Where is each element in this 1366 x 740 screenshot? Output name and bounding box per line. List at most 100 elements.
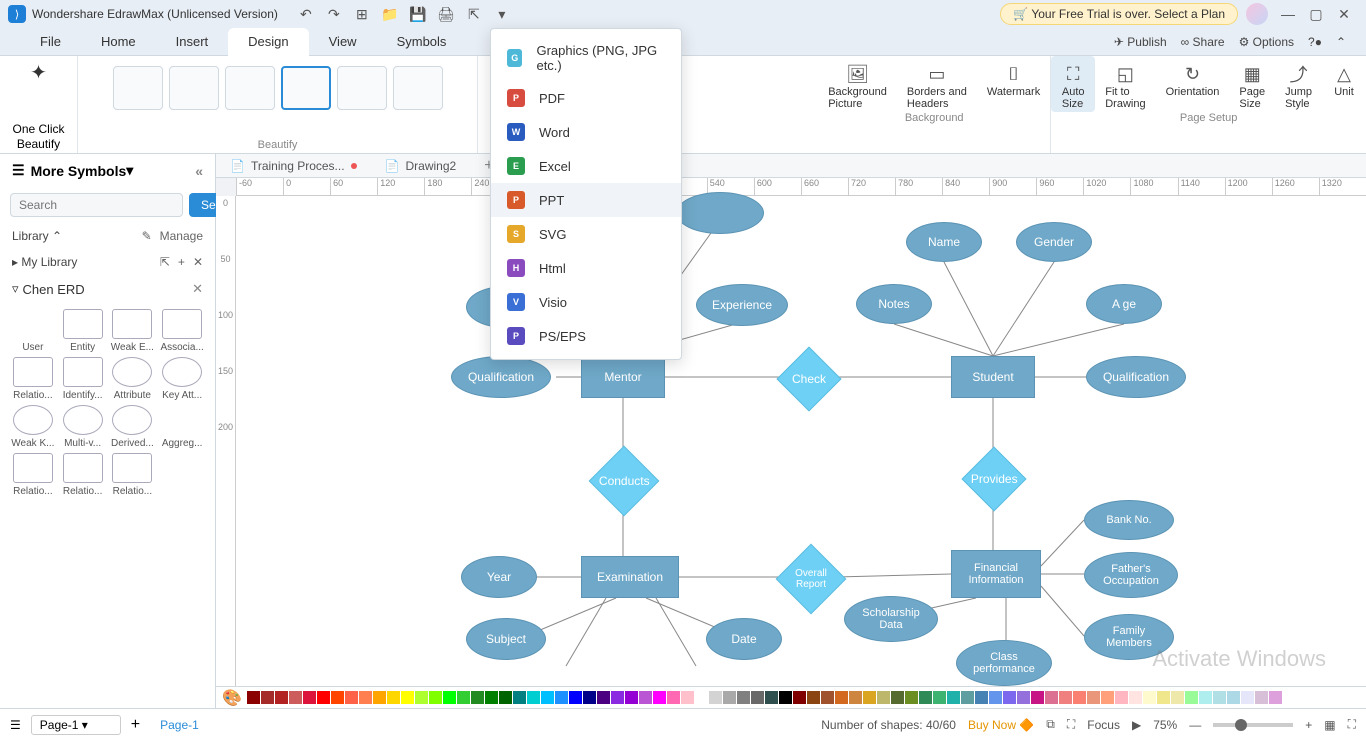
- color-swatch[interactable]: [555, 691, 568, 704]
- shape-aggreg[interactable]: Aggreg...: [159, 405, 205, 449]
- node-conducts[interactable]: Conducts: [589, 446, 660, 517]
- menu-file[interactable]: File: [20, 28, 81, 56]
- more-symbols-header[interactable]: ☰ More Symbols▾ «: [0, 154, 215, 187]
- page-selector[interactable]: Page-1 ▾: [31, 715, 121, 735]
- color-swatch[interactable]: [1129, 691, 1142, 704]
- color-swatch[interactable]: [1213, 691, 1226, 704]
- theme-thumb-2[interactable]: [169, 66, 219, 110]
- fullscreen-icon[interactable]: ⛶: [1348, 717, 1356, 732]
- jump-style[interactable]: ⤴Jump Style: [1275, 56, 1322, 112]
- shape-relatio[interactable]: Relatio...: [110, 453, 156, 497]
- theme-thumb-4[interactable]: [281, 66, 331, 110]
- menu-view[interactable]: View: [309, 28, 377, 56]
- color-swatch[interactable]: [443, 691, 456, 704]
- menu-insert[interactable]: Insert: [156, 28, 229, 56]
- node-mentor[interactable]: Mentor: [581, 356, 665, 398]
- color-swatch[interactable]: [261, 691, 274, 704]
- node-scholarship[interactable]: Scholarship Data: [844, 596, 938, 642]
- fill-picker-icon[interactable]: 🎨: [222, 688, 242, 708]
- color-swatch[interactable]: [1227, 691, 1240, 704]
- color-swatch[interactable]: [359, 691, 372, 704]
- export-svg[interactable]: SSVG: [491, 217, 681, 251]
- color-swatch[interactable]: [709, 691, 722, 704]
- color-swatch[interactable]: [513, 691, 526, 704]
- search-input[interactable]: [10, 193, 183, 217]
- color-swatch[interactable]: [1115, 691, 1128, 704]
- color-swatch[interactable]: [457, 691, 470, 704]
- node-class[interactable]: Class performance: [956, 640, 1052, 686]
- color-swatch[interactable]: [1157, 691, 1170, 704]
- export-excel[interactable]: EExcel: [491, 149, 681, 183]
- color-swatch[interactable]: [401, 691, 414, 704]
- node-financial[interactable]: Financial Information: [951, 550, 1041, 598]
- color-swatch[interactable]: [485, 691, 498, 704]
- auto-size[interactable]: ⛶Auto Size: [1051, 56, 1095, 112]
- new-icon[interactable]: ⊞: [348, 0, 376, 28]
- quick-access-dropdown[interactable]: ▾: [488, 0, 516, 28]
- node-overall[interactable]: Overall Report: [776, 544, 847, 615]
- node-qualification2[interactable]: Qualification: [1086, 356, 1186, 398]
- color-swatch[interactable]: [317, 691, 330, 704]
- color-swatch[interactable]: [1017, 691, 1030, 704]
- export-ppt[interactable]: PPPT: [491, 183, 681, 217]
- print-icon[interactable]: 🖨: [432, 0, 460, 28]
- color-swatch[interactable]: [905, 691, 918, 704]
- node-gender[interactable]: Gender: [1016, 222, 1092, 262]
- menu-home[interactable]: Home: [81, 28, 156, 56]
- color-swatch[interactable]: [681, 691, 694, 704]
- node-subject[interactable]: Subject: [466, 618, 546, 660]
- export-graphics-png-jpg-etc-[interactable]: GGraphics (PNG, JPG etc.): [491, 35, 681, 81]
- doc-tab-1[interactable]: 📄 Training Proces...: [216, 154, 371, 178]
- color-swatch[interactable]: [1269, 691, 1282, 704]
- unit[interactable]: △Unit: [1322, 56, 1366, 112]
- node-date[interactable]: Date: [706, 618, 782, 660]
- node-provides[interactable]: Provides: [961, 446, 1026, 511]
- node-student[interactable]: Student: [951, 356, 1035, 398]
- lib-export-icon[interactable]: ⇱: [160, 255, 170, 269]
- color-swatch[interactable]: [429, 691, 442, 704]
- shape-user[interactable]: User: [10, 309, 56, 353]
- color-swatch[interactable]: [373, 691, 386, 704]
- theme-thumb-3[interactable]: [225, 66, 275, 110]
- my-library-link[interactable]: ▸ My Library: [12, 255, 77, 269]
- node-experience[interactable]: Experience: [696, 284, 788, 326]
- color-swatch[interactable]: [1045, 691, 1058, 704]
- color-swatch[interactable]: [1003, 691, 1016, 704]
- color-swatch[interactable]: [499, 691, 512, 704]
- color-swatch[interactable]: [653, 691, 666, 704]
- one-click-beautify[interactable]: ✦ One Click Beautify: [0, 56, 78, 153]
- color-swatch[interactable]: [821, 691, 834, 704]
- color-swatch[interactable]: [961, 691, 974, 704]
- zoom-level[interactable]: 75%: [1153, 718, 1177, 732]
- color-swatch[interactable]: [247, 691, 260, 704]
- node-bank[interactable]: Bank No.: [1084, 500, 1174, 540]
- shape-identify[interactable]: Identify...: [60, 357, 106, 401]
- color-swatch[interactable]: [625, 691, 638, 704]
- color-swatch[interactable]: [1059, 691, 1072, 704]
- color-swatch[interactable]: [1171, 691, 1184, 704]
- color-swatch[interactable]: [303, 691, 316, 704]
- lib-add-icon[interactable]: +: [178, 255, 185, 269]
- library-link[interactable]: Library ⌃: [12, 229, 62, 243]
- color-swatch[interactable]: [779, 691, 792, 704]
- shape-weak e[interactable]: Weak E...: [110, 309, 156, 353]
- color-swatch[interactable]: [639, 691, 652, 704]
- doc-tab-2[interactable]: 📄 Drawing2: [371, 154, 471, 178]
- theme-thumb-5[interactable]: [337, 66, 387, 110]
- page-tab[interactable]: Page-1: [150, 718, 209, 732]
- trial-banner[interactable]: 🛒 Your Free Trial is over. Select a Plan: [1000, 3, 1238, 25]
- color-swatch[interactable]: [1073, 691, 1086, 704]
- shape-entity[interactable]: Entity: [60, 309, 106, 353]
- minimize-icon[interactable]: —: [1274, 0, 1302, 28]
- shape-multi-v[interactable]: Multi-v...: [60, 405, 106, 449]
- add-page-icon[interactable]: +: [131, 716, 140, 734]
- node-name2[interactable]: Name: [906, 222, 982, 262]
- lib-delete-icon[interactable]: ✕: [193, 255, 203, 269]
- color-swatch[interactable]: [793, 691, 806, 704]
- color-swatch[interactable]: [723, 691, 736, 704]
- export-ps-eps[interactable]: PPS/EPS: [491, 319, 681, 353]
- help-icon[interactable]: ?●: [1308, 35, 1322, 49]
- fit-page-icon[interactable]: ▦: [1324, 718, 1335, 732]
- borders-headers[interactable]: ▭Borders and Headers: [897, 56, 977, 112]
- fit-to-drawing[interactable]: ◱Fit to Drawing: [1095, 56, 1155, 112]
